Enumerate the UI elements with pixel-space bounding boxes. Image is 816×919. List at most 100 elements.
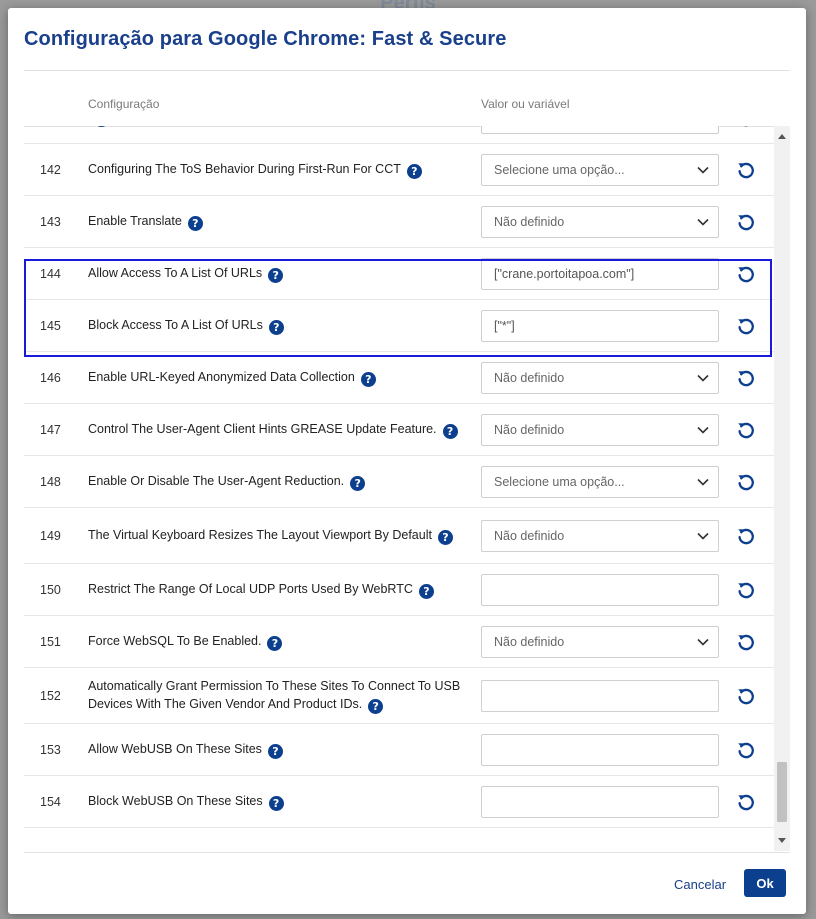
scroll-down-arrow-icon[interactable] bbox=[774, 833, 790, 849]
reset-icon[interactable] bbox=[735, 367, 757, 389]
scroll-up-arrow-icon[interactable] bbox=[774, 128, 790, 144]
setting-label: Enable Translate? bbox=[88, 196, 468, 247]
setting-value: ["*"] bbox=[494, 318, 515, 333]
setting-value: Não definido bbox=[494, 634, 565, 649]
reset-icon[interactable] bbox=[735, 791, 757, 813]
chevron-down-icon bbox=[688, 374, 718, 382]
reset-icon[interactable] bbox=[735, 159, 757, 181]
reset-icon[interactable] bbox=[735, 315, 757, 337]
setting-label: Control The User-Agent Client Hints GREA… bbox=[88, 404, 468, 455]
help-icon[interactable]: ? bbox=[94, 126, 109, 127]
setting-text-input[interactable] bbox=[481, 785, 719, 818]
setting-number: 152 bbox=[40, 688, 61, 703]
setting-label: Allow WebUSB On These Sites? bbox=[88, 724, 468, 775]
setting-label-text: Enable Or Disable The User-Agent Reducti… bbox=[88, 474, 345, 488]
setting-text-input[interactable]: ["crane.portoitapoa.com"] bbox=[481, 257, 719, 290]
column-header-config: Configuração bbox=[88, 97, 160, 111]
help-icon[interactable]: ? bbox=[268, 796, 284, 811]
setting-number: 143 bbox=[40, 214, 61, 229]
setting-label: Restrict The Range Of Local UDP Ports Us… bbox=[88, 564, 468, 615]
setting-label-text: Restrict The Range Of Local UDP Ports Us… bbox=[88, 582, 413, 596]
cancel-button[interactable]: Cancelar bbox=[666, 870, 734, 898]
setting-text-input[interactable] bbox=[481, 573, 719, 606]
help-icon[interactable]: ? bbox=[406, 164, 422, 179]
setting-label: Force WebSQL To Be Enabled.? bbox=[88, 616, 468, 667]
setting-label-text: Allow Access To A List Of URLs bbox=[88, 266, 263, 280]
setting-value: Não definido bbox=[494, 370, 565, 385]
help-icon[interactable]: ? bbox=[267, 744, 283, 759]
setting-select[interactable]: Selecione uma opção... bbox=[481, 465, 719, 498]
setting-text-input[interactable] bbox=[481, 679, 719, 712]
setting-row-154: 154 Block WebUSB On These Sites? bbox=[24, 776, 774, 828]
setting-number: 147 bbox=[40, 422, 61, 437]
setting-value: Selecione uma opção... bbox=[494, 162, 625, 177]
setting-label: Configuring The ToS Behavior During Firs… bbox=[88, 144, 468, 195]
setting-label-text: Automatically Grant Permission To These … bbox=[88, 679, 461, 711]
setting-text-input[interactable] bbox=[481, 733, 719, 766]
chevron-down-icon bbox=[688, 638, 718, 646]
setting-label: Automatically Grant Permission To These … bbox=[88, 668, 468, 723]
chevron-down-icon bbox=[688, 532, 718, 540]
setting-number: 153 bbox=[40, 742, 61, 757]
column-header-value: Valor ou variável bbox=[481, 97, 570, 111]
setting-label-text: The Virtual Keyboard Resizes The Layout … bbox=[88, 528, 432, 542]
setting-select[interactable]: Não definido bbox=[481, 361, 719, 394]
chevron-down-icon bbox=[688, 218, 718, 226]
setting-row-141: 141? Não definido bbox=[24, 126, 774, 144]
setting-number: 146 bbox=[40, 370, 61, 385]
help-icon[interactable]: ? bbox=[368, 699, 384, 714]
help-icon[interactable]: ? bbox=[268, 268, 284, 283]
setting-label-text: Force WebSQL To Be Enabled. bbox=[88, 634, 262, 648]
setting-row-142: 142 Configuring The ToS Behavior During F… bbox=[24, 144, 774, 196]
reset-icon[interactable] bbox=[735, 739, 757, 761]
help-icon[interactable]: ? bbox=[268, 320, 284, 335]
setting-label-text: Block WebUSB On These Sites bbox=[88, 794, 263, 808]
setting-number: 151 bbox=[40, 634, 61, 649]
help-icon[interactable]: ? bbox=[418, 584, 434, 599]
ok-button[interactable]: Ok bbox=[744, 869, 786, 897]
dialog-title: Configuração para Google Chrome: Fast & … bbox=[24, 28, 507, 50]
setting-row-149: 149 The Virtual Keyboard Resizes The Layo… bbox=[24, 508, 774, 564]
help-icon[interactable]: ? bbox=[437, 530, 453, 545]
reset-icon[interactable] bbox=[735, 685, 757, 707]
setting-number: 149 bbox=[40, 528, 61, 543]
setting-label: Block WebUSB On These Sites? bbox=[88, 776, 468, 827]
reset-icon[interactable] bbox=[735, 525, 757, 547]
help-icon[interactable]: ? bbox=[350, 476, 366, 491]
help-icon[interactable]: ? bbox=[442, 424, 458, 439]
setting-select[interactable]: Não definido bbox=[481, 413, 719, 446]
settings-list: 141? Não definido 142 Configuring The ToS B… bbox=[24, 126, 774, 851]
setting-value: Não definido bbox=[494, 422, 565, 437]
setting-label-text: Enable URL-Keyed Anonymized Data Collect… bbox=[88, 370, 355, 384]
setting-select[interactable]: Selecione uma opção... bbox=[481, 153, 719, 186]
setting-number: 145 bbox=[40, 318, 61, 333]
reset-icon[interactable] bbox=[735, 211, 757, 233]
setting-select[interactable]: Não definido bbox=[481, 519, 719, 552]
title-divider bbox=[24, 70, 790, 71]
reset-icon[interactable] bbox=[735, 471, 757, 493]
reset-icon[interactable] bbox=[735, 631, 757, 653]
setting-row-150: 150 Restrict The Range Of Local UDP Ports… bbox=[24, 564, 774, 616]
help-icon[interactable]: ? bbox=[267, 636, 283, 651]
setting-label-text: Allow WebUSB On These Sites bbox=[88, 742, 262, 756]
reset-icon[interactable] bbox=[735, 263, 757, 285]
setting-number: 148 bbox=[40, 474, 61, 489]
vertical-scrollbar[interactable] bbox=[774, 126, 790, 851]
chevron-down-icon bbox=[688, 478, 718, 486]
help-icon[interactable]: ? bbox=[187, 216, 203, 231]
setting-select[interactable]: Não definido bbox=[481, 126, 719, 134]
setting-select[interactable]: Não definido bbox=[481, 625, 719, 658]
help-icon[interactable]: ? bbox=[360, 372, 376, 387]
scroll-thumb[interactable] bbox=[777, 762, 787, 822]
footer-divider bbox=[24, 852, 790, 853]
reset-icon[interactable] bbox=[735, 419, 757, 441]
setting-label: Allow Access To A List Of URLs? bbox=[88, 248, 468, 299]
reset-icon[interactable] bbox=[735, 126, 757, 129]
setting-value: Não definido bbox=[494, 528, 565, 543]
reset-icon[interactable] bbox=[735, 579, 757, 601]
setting-row-153: 153 Allow WebUSB On These Sites? bbox=[24, 724, 774, 776]
setting-number: 154 bbox=[40, 794, 61, 809]
setting-text-input[interactable]: ["*"] bbox=[481, 309, 719, 342]
chevron-down-icon bbox=[688, 426, 718, 434]
setting-select[interactable]: Não definido bbox=[481, 205, 719, 238]
